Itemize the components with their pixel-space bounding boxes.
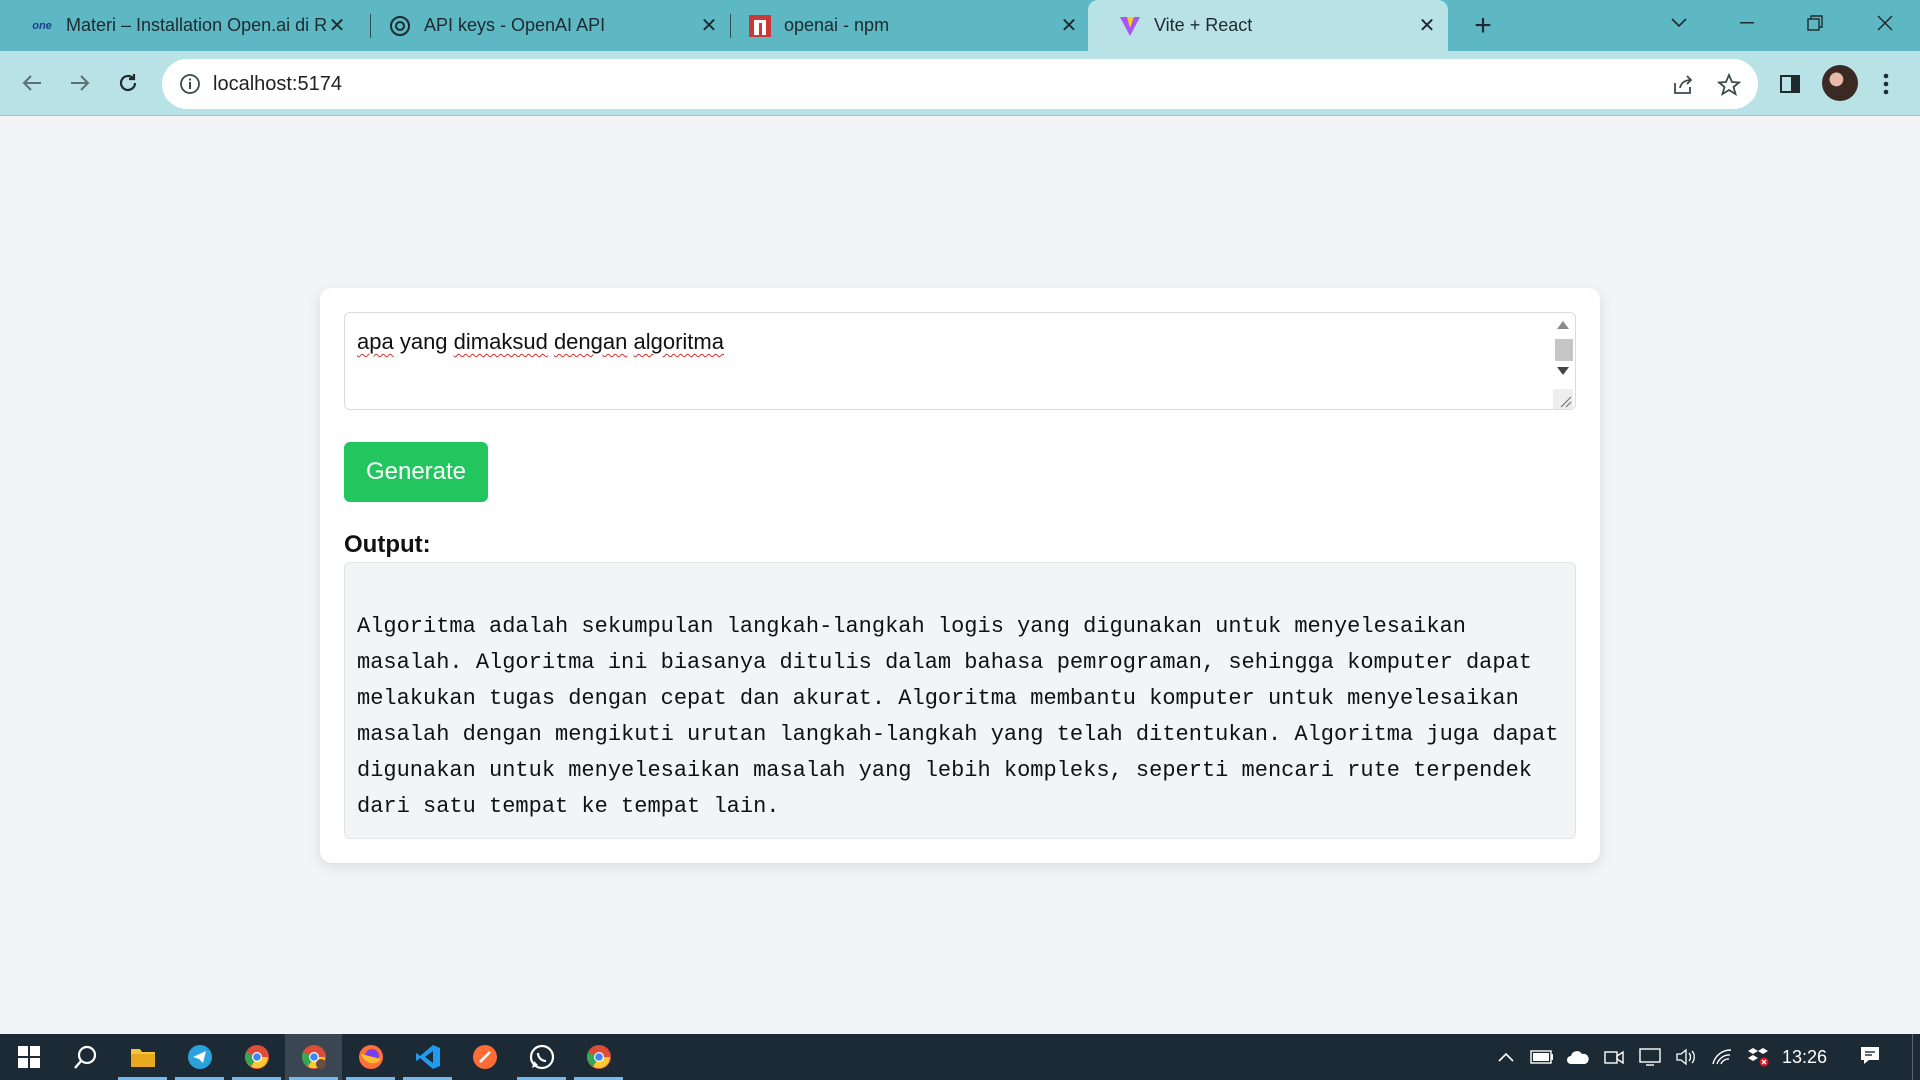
close-window-icon[interactable] bbox=[1862, 8, 1908, 38]
chrome-icon[interactable] bbox=[570, 1034, 627, 1080]
scroll-up-arrow-icon[interactable] bbox=[1557, 321, 1569, 329]
chrome-profile-icon[interactable] bbox=[285, 1034, 342, 1080]
one-logo-icon: one bbox=[30, 14, 54, 38]
openai-logo-icon bbox=[388, 14, 412, 38]
browser-toolbar: localhost:5174 bbox=[0, 51, 1920, 116]
windows-taskbar: 13:26 bbox=[0, 1034, 1920, 1080]
tab-strip: one Materi – Installation Open.ai di R ✕… bbox=[0, 0, 1920, 51]
tab-title: Materi – Installation Open.ai di R bbox=[66, 15, 326, 35]
textarea-scrollbar[interactable] bbox=[1553, 315, 1573, 409]
vscode-icon[interactable] bbox=[399, 1034, 456, 1080]
display-icon[interactable] bbox=[1638, 1046, 1662, 1068]
prompt-textarea[interactable]: apa yang dimaksud dengan algoritma bbox=[344, 312, 1576, 410]
browser-tab-npm[interactable]: openai - npm ✕ bbox=[718, 0, 1090, 51]
generator-card: apa yang dimaksud dengan algoritma Gener… bbox=[320, 288, 1600, 863]
prompt-word-spellcheck: apa bbox=[357, 329, 394, 354]
address-bar[interactable]: localhost:5174 bbox=[162, 59, 1758, 109]
site-info-icon[interactable] bbox=[178, 72, 202, 96]
tab-title: Vite + React bbox=[1154, 15, 1253, 35]
menu-kebab-icon[interactable] bbox=[1870, 68, 1902, 100]
resize-grip-icon[interactable] bbox=[1553, 389, 1573, 409]
output-text: Algoritma adalah sekumpulan langkah-lang… bbox=[357, 614, 1572, 819]
show-desktop-divider[interactable] bbox=[1912, 1034, 1913, 1080]
prompt-word: yang bbox=[393, 329, 454, 354]
one-logo-text: one bbox=[32, 19, 52, 32]
side-panel-icon[interactable] bbox=[1774, 68, 1806, 100]
bookmark-star-icon[interactable] bbox=[1715, 71, 1743, 99]
search-icon[interactable] bbox=[57, 1034, 114, 1080]
volume-icon[interactable] bbox=[1674, 1046, 1698, 1068]
back-button[interactable] bbox=[14, 65, 50, 101]
output-label: Output: bbox=[344, 531, 431, 558]
scroll-down-arrow-icon[interactable] bbox=[1557, 367, 1569, 375]
vite-logo-icon bbox=[1118, 14, 1142, 38]
close-tab-icon[interactable]: ✕ bbox=[1414, 12, 1440, 38]
wifi-icon[interactable] bbox=[1710, 1046, 1734, 1068]
prompt-word-spellcheck: dengan bbox=[553, 329, 628, 354]
tab-search-icon[interactable] bbox=[1656, 8, 1702, 38]
firefox-icon[interactable] bbox=[342, 1034, 399, 1080]
prompt-value: apa yang dimaksud dengan algoritma bbox=[357, 329, 724, 355]
generate-button[interactable]: Generate bbox=[344, 442, 488, 502]
onedrive-cloud-icon[interactable] bbox=[1566, 1046, 1590, 1068]
chevron-up-icon[interactable] bbox=[1494, 1046, 1518, 1068]
new-tab-button[interactable]: + bbox=[1466, 9, 1500, 43]
prompt-word-spellcheck: dimaksud bbox=[453, 329, 548, 354]
taskbar-clock[interactable]: 13:26 bbox=[1782, 1047, 1827, 1068]
forward-button[interactable] bbox=[62, 65, 98, 101]
close-tab-icon[interactable]: ✕ bbox=[1056, 12, 1082, 38]
whatsapp-icon[interactable] bbox=[513, 1034, 570, 1080]
address-url: localhost:5174 bbox=[213, 73, 342, 95]
browser-tab-api-keys[interactable]: API keys - OpenAI API ✕ bbox=[358, 0, 730, 51]
browser-tab-materi[interactable]: one Materi – Installation Open.ai di R ✕ bbox=[0, 0, 358, 51]
start-icon[interactable] bbox=[0, 1034, 57, 1080]
tab-title: openai - npm bbox=[784, 15, 890, 35]
share-icon[interactable] bbox=[1669, 71, 1697, 99]
file-explorer-icon[interactable] bbox=[114, 1034, 171, 1080]
dropbox-icon[interactable] bbox=[1746, 1046, 1770, 1068]
output-box: Algoritma adalah sekumpulan langkah-lang… bbox=[344, 562, 1576, 839]
chrome-icon[interactable] bbox=[228, 1034, 285, 1080]
npm-logo-icon bbox=[748, 14, 772, 38]
meet-now-icon[interactable] bbox=[1602, 1046, 1626, 1068]
reload-button[interactable] bbox=[110, 65, 146, 101]
battery-icon[interactable] bbox=[1530, 1046, 1554, 1068]
postman-icon[interactable] bbox=[456, 1034, 513, 1080]
minimize-icon[interactable] bbox=[1724, 8, 1770, 38]
telegram-icon[interactable] bbox=[171, 1034, 228, 1080]
notifications-icon[interactable] bbox=[1858, 1045, 1882, 1067]
close-tab-icon[interactable]: ✕ bbox=[324, 12, 350, 38]
prompt-word-spellcheck: algoritma bbox=[633, 329, 724, 354]
profile-avatar[interactable] bbox=[1822, 65, 1858, 101]
scrollbar-thumb[interactable] bbox=[1555, 339, 1573, 361]
restore-icon[interactable] bbox=[1792, 8, 1838, 38]
browser-tab-vite-react[interactable]: Vite + React ✕ bbox=[1088, 0, 1448, 51]
tab-title: API keys - OpenAI API bbox=[424, 15, 606, 35]
